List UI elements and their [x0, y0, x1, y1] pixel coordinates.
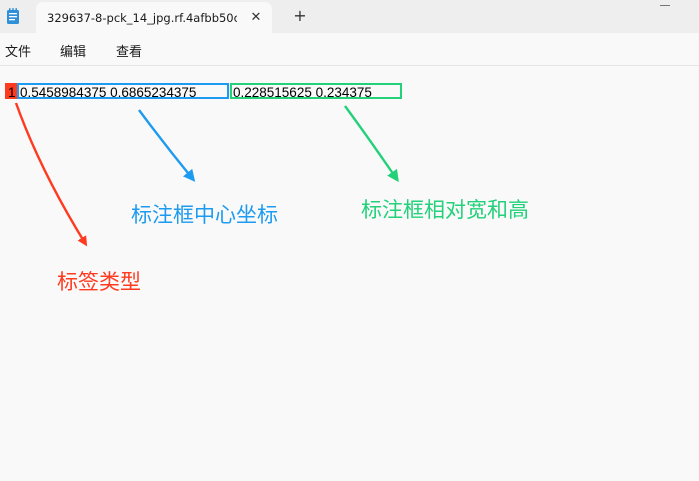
- close-icon[interactable]: ✕: [248, 10, 264, 26]
- center-coordinate-label: 标注框中心坐标: [131, 203, 278, 227]
- class-id-value: 1: [5, 83, 17, 99]
- notepad-window: 329637-8-pck_14_jpg.rf.4afbb50c8 ✕ + 文件 …: [0, 0, 699, 481]
- minimize-button[interactable]: [655, 0, 675, 12]
- tab-title: 329637-8-pck_14_jpg.rf.4afbb50c8: [47, 11, 237, 25]
- menu-bar: 文件 编辑 查看: [0, 33, 699, 66]
- tab-bar: 329637-8-pck_14_jpg.rf.4afbb50c8 ✕ +: [0, 0, 699, 33]
- class-type-label: 标签类型: [57, 270, 141, 294]
- plus-icon[interactable]: +: [292, 8, 308, 24]
- menu-file[interactable]: 文件: [5, 41, 31, 60]
- menu-view[interactable]: 查看: [116, 41, 142, 60]
- center-coordinates-value: 0.5458984375 0.6865234375: [17, 83, 229, 99]
- notepad-icon[interactable]: [6, 8, 20, 24]
- relative-size-value: 0.228515625 0.234375: [230, 83, 402, 99]
- menu-edit[interactable]: 编辑: [60, 41, 86, 60]
- tab-document[interactable]: 329637-8-pck_14_jpg.rf.4afbb50c8 ✕: [36, 2, 272, 33]
- relative-size-label: 标注框相对宽和高: [361, 198, 529, 222]
